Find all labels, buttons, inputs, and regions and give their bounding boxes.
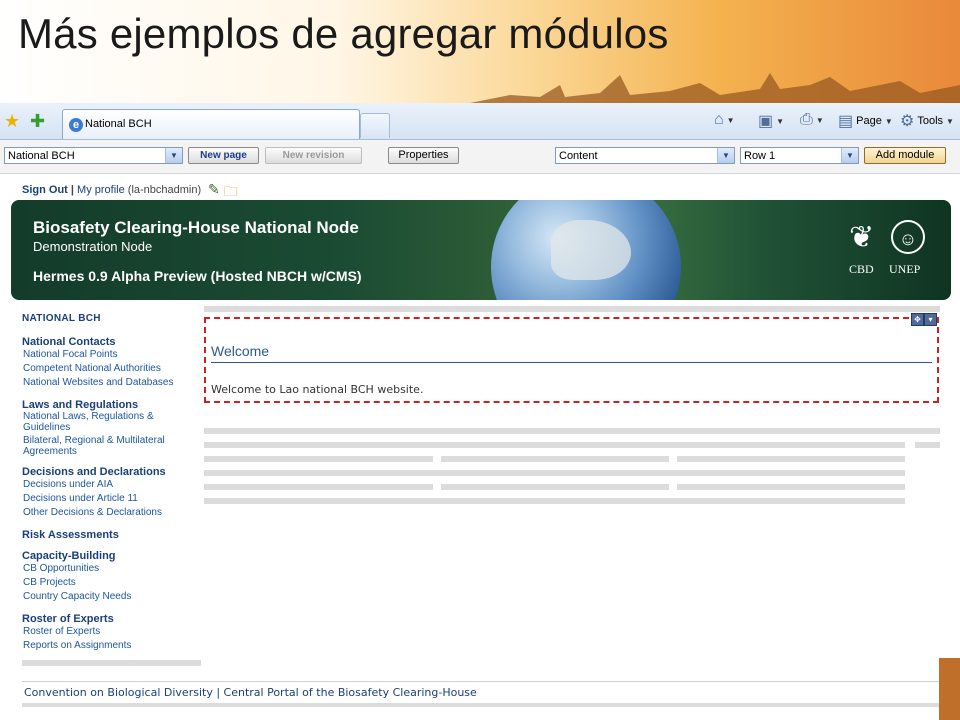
chevron-down-icon: ▼ [717, 148, 734, 163]
banner-subtitle: Demonstration Node [33, 239, 153, 254]
footer-text[interactable]: Convention on Biological Diversity | Cen… [24, 686, 477, 699]
placeholder-bar [915, 442, 940, 448]
nav-link[interactable]: National Focal Points [23, 348, 202, 362]
browser-tab-bar: ★ ✚ e National BCH ⌂ ▼ ▣ ▼ ⎙ ▼ ▤ Page ▼ ⚙ Tool… [0, 103, 960, 140]
placeholder-bar [677, 484, 905, 490]
new-tab-button[interactable] [360, 113, 390, 138]
nav-link[interactable]: CB Opportunities [23, 562, 202, 576]
ie-page-icon: e [69, 118, 83, 132]
chevron-down-icon: ▼ [884, 116, 893, 126]
chevron-down-icon: ▼ [165, 148, 182, 163]
add-module-button[interactable]: Add module [864, 147, 946, 164]
nav-section-national-contacts[interactable]: National Contacts [22, 336, 202, 348]
footer-divider [22, 681, 940, 682]
tools-menu-label: Tools [917, 115, 944, 127]
page-select[interactable]: National BCH ▼ [4, 147, 183, 164]
tab-title: National BCH [85, 118, 152, 130]
nav-link[interactable]: Bilateral, Regional & Multilateral Agree… [23, 435, 202, 457]
tools-menu[interactable]: ⚙ Tools ▼ [900, 111, 954, 131]
placeholder-bar [441, 456, 669, 462]
row-select[interactable]: Row 1 ▼ [740, 147, 859, 164]
chevron-down-icon: ▼ [946, 116, 954, 126]
browser-window: ★ ✚ e National BCH ⌂ ▼ ▣ ▼ ⎙ ▼ ▤ Page ▼ ⚙ Tool… [0, 103, 960, 720]
print-button[interactable]: ⎙ ▼ [800, 111, 824, 129]
slide-accent-decoration [939, 658, 960, 720]
userbar-separator: | [70, 184, 74, 196]
content-select-value: Content [559, 150, 598, 162]
properties-button[interactable]: Properties [388, 147, 459, 164]
nav-link[interactable]: CB Projects [23, 576, 202, 590]
new-page-button[interactable]: New page [188, 147, 259, 164]
favorites-star-icon[interactable]: ★ [4, 111, 20, 132]
nav-heading: NATIONAL BCH [22, 313, 101, 324]
banner-title: Biosafety Clearing-House National Node [33, 218, 359, 237]
farm-silhouette-decoration [470, 73, 960, 103]
nav-link[interactable]: Reports on Assignments [23, 639, 202, 653]
home-button[interactable]: ⌂ ▼ [714, 111, 735, 129]
placeholder-bar [204, 498, 905, 504]
nav-section-risk-assessments[interactable]: Risk Assessments [22, 529, 202, 541]
chevron-down-icon: ▼ [726, 115, 735, 125]
feeds-button[interactable]: ▣ ▼ [758, 111, 784, 131]
nav-link[interactable]: Competent National Authorities [23, 362, 202, 376]
banner-version: Hermes 0.9 Alpha Preview (Hosted NBCH w/… [33, 268, 362, 284]
cbd-logo-text: CBD [849, 262, 874, 276]
gear-icon: ⚙ [900, 113, 915, 130]
username: (la-nbchadmin) [127, 184, 202, 196]
print-icon: ⎙ [800, 111, 813, 128]
page-menu-label: Page [856, 115, 882, 127]
cms-toolbar: National BCH ▼ New page New revision Pro… [0, 140, 960, 174]
unep-logo-icon: ☺ [891, 220, 925, 254]
site-banner: Biosafety Clearing-House National Node D… [11, 200, 951, 300]
welcome-module[interactable]: ✥ ▾ Welcome Welcome to Lao national BCH … [204, 313, 939, 403]
cbd-logo-icon: ❦ [849, 221, 875, 254]
placeholder-bar [204, 442, 905, 448]
new-revision-button[interactable]: New revision [265, 147, 362, 164]
nav-section-capacity-building[interactable]: Capacity-Building [22, 550, 202, 562]
placeholder-bar [677, 456, 905, 462]
nav-link[interactable]: Other Decisions & Declarations [23, 506, 202, 520]
row-select-value: Row 1 [744, 150, 776, 162]
chevron-down-icon: ▼ [841, 148, 858, 163]
module-divider [211, 362, 932, 363]
home-icon: ⌂ [714, 111, 724, 128]
sign-out-link[interactable]: Sign Out [22, 184, 68, 196]
nav-link[interactable]: Decisions under AIA [23, 478, 202, 492]
placeholder-bar [204, 456, 433, 462]
module-text: Welcome to Lao national BCH website. [211, 383, 424, 396]
chevron-down-icon: ▼ [815, 115, 824, 125]
nav-section-roster[interactable]: Roster of Experts [22, 613, 202, 625]
add-favorites-icon[interactable]: ✚ [30, 111, 45, 132]
feeds-icon: ▣ [758, 113, 774, 130]
module-menu-icon[interactable]: ▾ [924, 313, 937, 326]
nav-section-laws[interactable]: Laws and Regulations [22, 399, 202, 411]
nav-section-decisions[interactable]: Decisions and Declarations [22, 466, 202, 478]
nav-link[interactable]: Roster of Experts [23, 625, 202, 639]
move-module-icon[interactable]: ✥ [911, 313, 924, 326]
content-select[interactable]: Content ▼ [555, 147, 735, 164]
nav-link[interactable]: National Websites and Databases [23, 376, 202, 390]
placeholder-bar [204, 484, 433, 490]
nav-bottom-bar [22, 660, 201, 666]
my-profile-link[interactable]: My profile [77, 184, 125, 196]
content-top-bar [204, 306, 940, 312]
placeholder-bar [204, 428, 940, 434]
left-navigation: NATIONAL BCH National Contacts National … [22, 313, 202, 653]
unep-logo-text: UNEP [889, 262, 921, 276]
nav-link[interactable]: National Laws, Regulations & Guidelines [23, 411, 202, 433]
user-bar: Sign Out | My profile (la-nbchadmin) [22, 184, 201, 196]
slide-title: Más ejemplos de agregar módulos [18, 10, 669, 57]
placeholder-bar [441, 484, 669, 490]
slide-header: Más ejemplos de agregar módulos [0, 0, 960, 103]
page-select-value: National BCH [8, 150, 75, 162]
nav-link[interactable]: Country Capacity Needs [23, 590, 202, 604]
page-icon: ▤ [838, 113, 854, 130]
nav-link[interactable]: Decisions under Article 11 [23, 492, 202, 506]
module-title: Welcome [211, 343, 270, 359]
page-menu[interactable]: ▤ Page ▼ [838, 111, 893, 131]
chevron-down-icon: ▼ [776, 116, 785, 126]
browser-tab[interactable]: e National BCH [62, 109, 360, 139]
footer-bar [22, 703, 940, 707]
placeholder-bar [204, 470, 905, 476]
